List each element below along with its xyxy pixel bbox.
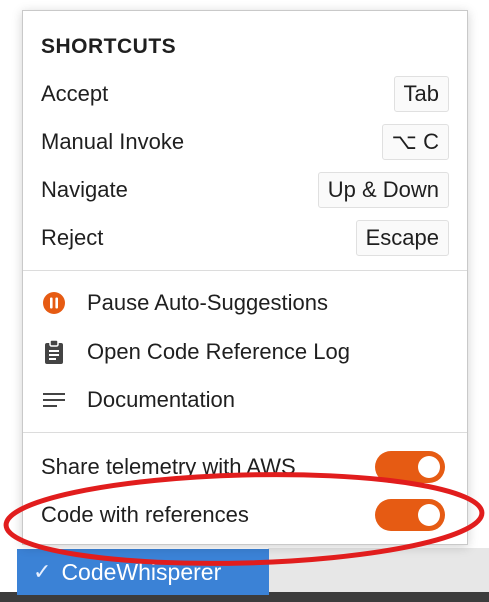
- action-label: Pause Auto-Suggestions: [87, 290, 328, 315]
- toggle-knob: [418, 504, 440, 526]
- action-label: Documentation: [87, 387, 235, 412]
- codewhisperer-status-label: CodeWhisperer: [61, 558, 222, 585]
- open-code-reference-log-item[interactable]: Open Code Reference Log: [41, 332, 449, 372]
- share-telemetry-row: Share telemetry with AWS: [41, 447, 445, 487]
- shortcut-label: Reject: [41, 225, 104, 250]
- pause-circle-icon: [41, 290, 67, 316]
- shortcut-row-manual-invoke: Manual Invoke ⌥ C: [41, 122, 449, 162]
- action-label: Open Code Reference Log: [87, 339, 350, 364]
- shortcut-key: Tab: [393, 76, 449, 112]
- code-with-references-row: Code with references: [41, 495, 445, 535]
- clipboard-icon: [41, 339, 67, 365]
- shortcut-key: Escape: [355, 220, 449, 256]
- shortcut-row-reject: Reject Escape: [41, 218, 449, 258]
- toggle-label: Share telemetry with AWS: [41, 454, 296, 479]
- toggle-label: Code with references: [41, 502, 249, 527]
- shortcut-key: Up & Down: [317, 172, 449, 208]
- pause-auto-suggestions-item[interactable]: Pause Auto-Suggestions: [41, 283, 449, 323]
- code-with-references-toggle[interactable]: [375, 499, 445, 531]
- shortcut-label: Manual Invoke: [41, 129, 185, 154]
- codewhisperer-menu: SHORTCUTS Accept Tab Manual Invoke ⌥ C N…: [22, 10, 468, 545]
- shortcut-key: ⌥ C: [381, 124, 449, 160]
- toggle-knob: [418, 456, 440, 478]
- shortcuts-heading: SHORTCUTS: [41, 35, 177, 58]
- codewhisperer-status-item[interactable]: ✓ CodeWhisperer: [17, 549, 269, 595]
- shortcut-row-navigate: Navigate Up & Down: [41, 170, 449, 210]
- shortcut-row-accept: Accept Tab: [41, 74, 449, 114]
- shortcut-label: Navigate: [41, 177, 128, 202]
- menu-divider: [23, 270, 467, 271]
- menu-divider: [23, 432, 467, 433]
- shortcut-label: Accept: [41, 81, 109, 106]
- lines-icon: [41, 387, 67, 413]
- check-icon: ✓: [33, 559, 52, 584]
- documentation-item[interactable]: Documentation: [41, 380, 449, 420]
- share-telemetry-toggle[interactable]: [375, 451, 445, 483]
- screenshot-stage: ✓ CodeWhisperer SHORTCUTS Accept Tab Man…: [0, 0, 489, 602]
